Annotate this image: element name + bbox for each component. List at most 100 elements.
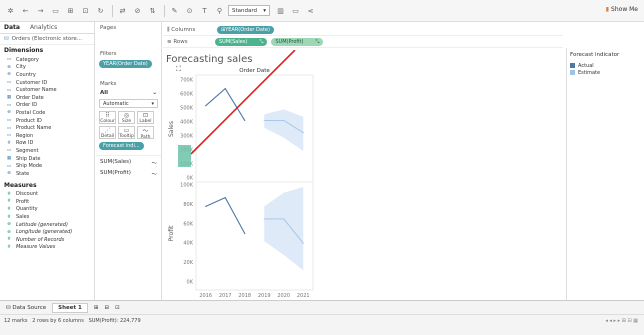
measure-field[interactable]: # Number of Records <box>0 236 94 244</box>
fit-view-icon: ⛶ <box>176 65 181 73</box>
sheet-tab[interactable]: Sheet 1 <box>52 302 88 313</box>
dimension-field[interactable]: ▭ Category <box>0 56 94 64</box>
measure-field[interactable]: ⊕ Latitude (generated) <box>0 221 94 229</box>
tooltip-button[interactable]: ▭ Tooltip <box>118 126 135 139</box>
y-tick-label: 20K <box>183 260 193 266</box>
dimension-field[interactable]: ▭ Customer ID <box>0 79 94 87</box>
chevron-down-icon: ▾ <box>263 7 266 14</box>
new-datasource-icon[interactable]: ⊞ <box>64 4 77 17</box>
marks-sum-profit[interactable]: SUM(Profit) 〜 <box>96 167 161 181</box>
data-point <box>224 87 226 90</box>
dimension-field-label: Order Date <box>16 94 44 101</box>
filters-shelf[interactable]: YEAR(Order Date) <box>96 60 161 68</box>
rows-shelf[interactable]: ≡ Rows SUM(Sales) ⤡ SUM(Profit) ⤡ <box>163 37 563 48</box>
database-icon: ⛁ <box>4 36 9 42</box>
label-button[interactable]: ⊡ Label <box>137 111 154 124</box>
redo-icon[interactable]: → <box>34 4 47 17</box>
swap-icon[interactable]: ⇄ <box>116 4 129 17</box>
y-tick-label: 500K <box>180 106 194 112</box>
rows-pill-profit[interactable]: SUM(Profit) ⤡ <box>271 38 324 46</box>
measure-field-label: Quantity <box>16 206 38 213</box>
legend-item[interactable]: Actual <box>567 62 644 69</box>
measure-field[interactable]: ⊕ Longitude (generated) <box>0 228 94 236</box>
new-sheet-icon[interactable]: ⊞ <box>94 305 99 311</box>
group-icon[interactable]: ⊙ <box>183 4 196 17</box>
filter-pill[interactable]: YEAR(Order Date) <box>99 60 152 68</box>
sort-icon[interactable]: ⇅ <box>146 4 159 17</box>
chart-icon[interactable]: ▥ <box>274 4 287 17</box>
measures-list: # Discount # Profit # Quantity # Sales ⊕ Latitude… <box>0 191 94 252</box>
mark-type-select[interactable]: Automatic ▾ <box>99 99 158 108</box>
new-sheet-icon[interactable]: ⊡ <box>79 4 92 17</box>
dimension-field[interactable]: ▭ Region <box>0 132 94 140</box>
field-type-icon: ▭ <box>6 133 12 139</box>
rows-pill-sales[interactable]: SUM(Sales) ⤡ <box>215 38 268 46</box>
presentation-icon[interactable]: ▭ <box>289 4 302 17</box>
measure-field[interactable]: # Profit <box>0 198 94 206</box>
dimension-field[interactable]: ⊕ Postal Code <box>0 109 94 117</box>
actual-line <box>205 196 246 234</box>
legend-item[interactable]: Estimate <box>567 69 644 76</box>
trend-icon: ⤡ <box>259 39 264 45</box>
fit-select[interactable]: Standard ▾ <box>228 5 270 16</box>
sheet-nav-controls[interactable]: ◂ ◂ ▸ ▸ ⊞ ⊟ ▦ <box>605 318 638 324</box>
detail-button[interactable]: ⋰ Detail <box>99 126 116 139</box>
show-me-button[interactable]: ▮ Show Me <box>606 6 638 13</box>
x-tick-label: 2016 <box>199 293 212 299</box>
labels-icon[interactable]: T <box>198 4 211 17</box>
tab-analytics[interactable]: Analytics <box>30 24 57 31</box>
tab-data[interactable]: Data <box>4 24 20 31</box>
measure-type-icon: # <box>7 199 11 205</box>
columns-pill[interactable]: ⊞ YEAR(Order Date) <box>217 26 274 34</box>
dimension-field[interactable]: ▭ Ship Mode <box>0 162 94 170</box>
dimension-field[interactable]: ▭ Order ID <box>0 102 94 110</box>
status-sum: SUM(Profit): 224,779 <box>88 318 141 324</box>
undo-icon[interactable]: ← <box>19 4 32 17</box>
dimension-field[interactable]: ▭ Segment <box>0 147 94 155</box>
legend-items: Actual Estimate <box>567 62 644 76</box>
actual-line <box>205 87 246 121</box>
dimension-field[interactable]: ▭ Product Name <box>0 124 94 132</box>
datasource-item[interactable]: ⛁ Orders (Electronic store... <box>0 34 94 45</box>
measure-type-icon: # <box>7 206 11 212</box>
size-button[interactable]: ◎ Size <box>118 111 135 124</box>
field-type-icon: ⊕ <box>7 72 11 78</box>
data-point <box>205 205 207 207</box>
field-type-icon: ▭ <box>6 87 12 93</box>
path-button[interactable]: 〜 Path <box>137 126 154 140</box>
dimension-field[interactable]: ⊕ Country <box>0 71 94 79</box>
clear-sheet-icon[interactable]: ⊘ <box>131 4 144 17</box>
new-story-icon[interactable]: ⊡ <box>115 305 120 311</box>
dimension-field[interactable]: ▦ Ship Date <box>0 155 94 163</box>
measure-field[interactable]: # Discount <box>0 191 94 199</box>
data-point <box>224 197 226 199</box>
dimension-field[interactable]: # Row ID <box>0 140 94 148</box>
columns-shelf[interactable]: ⫼ Columns ⊞ YEAR(Order Date) <box>163 25 563 36</box>
refresh-icon[interactable]: ↻ <box>94 4 107 17</box>
highlight-icon[interactable]: ✎ <box>168 4 181 17</box>
dimension-field[interactable]: ▦ Order Date <box>0 94 94 102</box>
dimension-field[interactable]: ▭ Customer Name <box>0 86 94 94</box>
pin-icon[interactable]: ⚲ <box>213 4 226 17</box>
forecast-chart[interactable]: Order Date0K100K200K300K400K500K600K700K… <box>163 50 563 300</box>
new-dashboard-icon[interactable]: ⊟ <box>104 305 109 311</box>
marks-all-row[interactable]: All ⌄ <box>96 90 161 96</box>
data-point <box>283 218 285 220</box>
measure-field[interactable]: # Measure Values <box>0 244 94 252</box>
pages-shelf[interactable] <box>96 34 161 48</box>
measure-field[interactable]: # Quantity <box>0 206 94 214</box>
dimension-field[interactable]: ▭ Product ID <box>0 117 94 125</box>
dimension-field[interactable]: ⊕ State <box>0 170 94 178</box>
save-icon[interactable]: ▭ <box>49 4 62 17</box>
legend-swatch <box>570 70 575 75</box>
data-source-tab[interactable]: ⛁ Data Source <box>6 305 46 311</box>
forecast-indicator-pill[interactable]: Forecast indi... <box>99 142 144 150</box>
share-icon[interactable]: ⋖ <box>304 4 317 17</box>
tableau-logo-icon[interactable]: ✲ <box>4 4 17 17</box>
measure-field[interactable]: # Sales <box>0 213 94 221</box>
chevron-down-icon: ▾ <box>151 100 154 107</box>
colour-button[interactable]: ⠿ Colour <box>99 111 116 124</box>
viz-area[interactable]: Forecasting sales Order Date0K100K200K30… <box>163 50 563 300</box>
dimension-field[interactable]: ⊕ City <box>0 64 94 72</box>
marks-sum-sales[interactable]: SUM(Sales) 〜 <box>96 155 161 167</box>
